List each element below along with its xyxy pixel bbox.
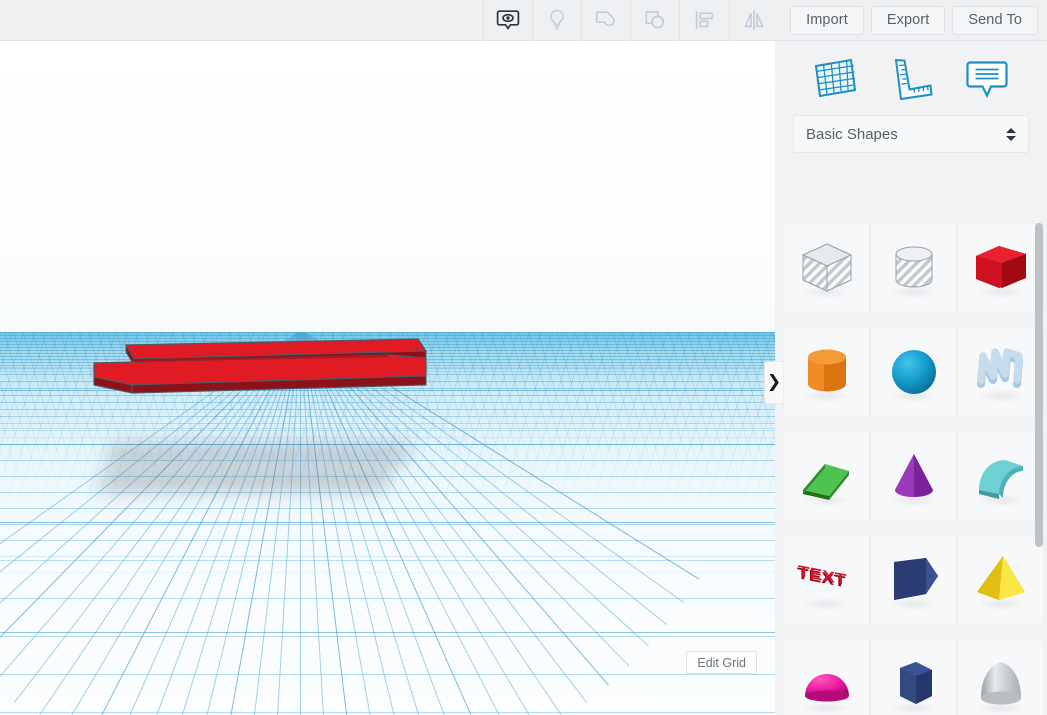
shape-tile-cylinder-orange[interactable] [783, 327, 870, 417]
3d-viewport[interactable]: Edit Grid Snap Grid 1.0 mm [0, 41, 775, 715]
shape-tile-dome-magenta[interactable] [783, 639, 870, 715]
shape-tile-hexagon-blue[interactable] [870, 639, 957, 715]
export-button[interactable]: Export [870, 5, 946, 35]
toolbar-actions: Import Export Send To [778, 5, 1047, 35]
shape-tile-sphere-blue[interactable] [870, 327, 957, 417]
import-button[interactable]: Import [790, 5, 864, 35]
shape-category-label: Basic Shapes [806, 125, 898, 143]
shape-grid-scroll-area[interactable]: TEXT TEXT [775, 219, 1047, 715]
grid-major-line [0, 522, 775, 523]
shape-tile-pyramid-yellow[interactable] [957, 535, 1044, 625]
shape-tile-round-roof-teal[interactable] [957, 431, 1044, 521]
toolbar-left-spacer [0, 0, 483, 40]
ruler-tab[interactable] [884, 51, 938, 105]
align-button[interactable] [680, 0, 729, 41]
panel-tab-bar [775, 41, 1047, 115]
shape-panel-scrollbar[interactable] [1035, 223, 1043, 547]
mirror-button[interactable] [729, 0, 778, 41]
model-shadow [93, 436, 430, 506]
shapes-panel: Basic Shapes TEXT TEXT [775, 41, 1047, 715]
shape-tile-paraboloid-gray[interactable] [957, 639, 1044, 715]
tinkercad-editor: Import Export Send To Edit Grid ❯ Basic … [0, 0, 1047, 715]
stepper-icon [1006, 127, 1016, 141]
top-toolbar: Import Export Send To [0, 0, 1047, 41]
shape-grid: TEXT TEXT [775, 219, 1047, 715]
shape-category-select[interactable]: Basic Shapes [793, 115, 1029, 153]
red-flat-plate-model[interactable] [88, 329, 433, 409]
shape-tile-box-red[interactable] [957, 223, 1044, 313]
send-to-button[interactable]: Send To [952, 5, 1038, 35]
notes-visibility-button[interactable] [483, 0, 532, 41]
shape-tile-box-hole[interactable] [783, 223, 870, 313]
shape-tile-cone-purple[interactable] [870, 431, 957, 521]
grid-major-line [0, 632, 775, 633]
edit-grid-button[interactable]: Edit Grid [686, 651, 757, 674]
shape-tile-roof-green[interactable] [783, 431, 870, 521]
workplane-tab[interactable] [808, 51, 862, 105]
light-bulb-button[interactable] [532, 0, 581, 41]
sky-background [0, 41, 775, 332]
shape-tile-house-blue[interactable] [870, 535, 957, 625]
panel-collapse-handle[interactable]: ❯ [764, 361, 783, 404]
shape-tile-text-red[interactable]: TEXT TEXT [783, 535, 870, 625]
shape-tile-scribble[interactable] [957, 327, 1044, 417]
note-tab[interactable] [960, 51, 1014, 105]
group-button[interactable] [581, 0, 630, 41]
toolbar-tool-group [483, 0, 778, 41]
shape-tile-cylinder-hole[interactable] [870, 223, 957, 313]
chevron-right-icon: ❯ [766, 372, 782, 392]
ungroup-button[interactable] [630, 0, 679, 41]
